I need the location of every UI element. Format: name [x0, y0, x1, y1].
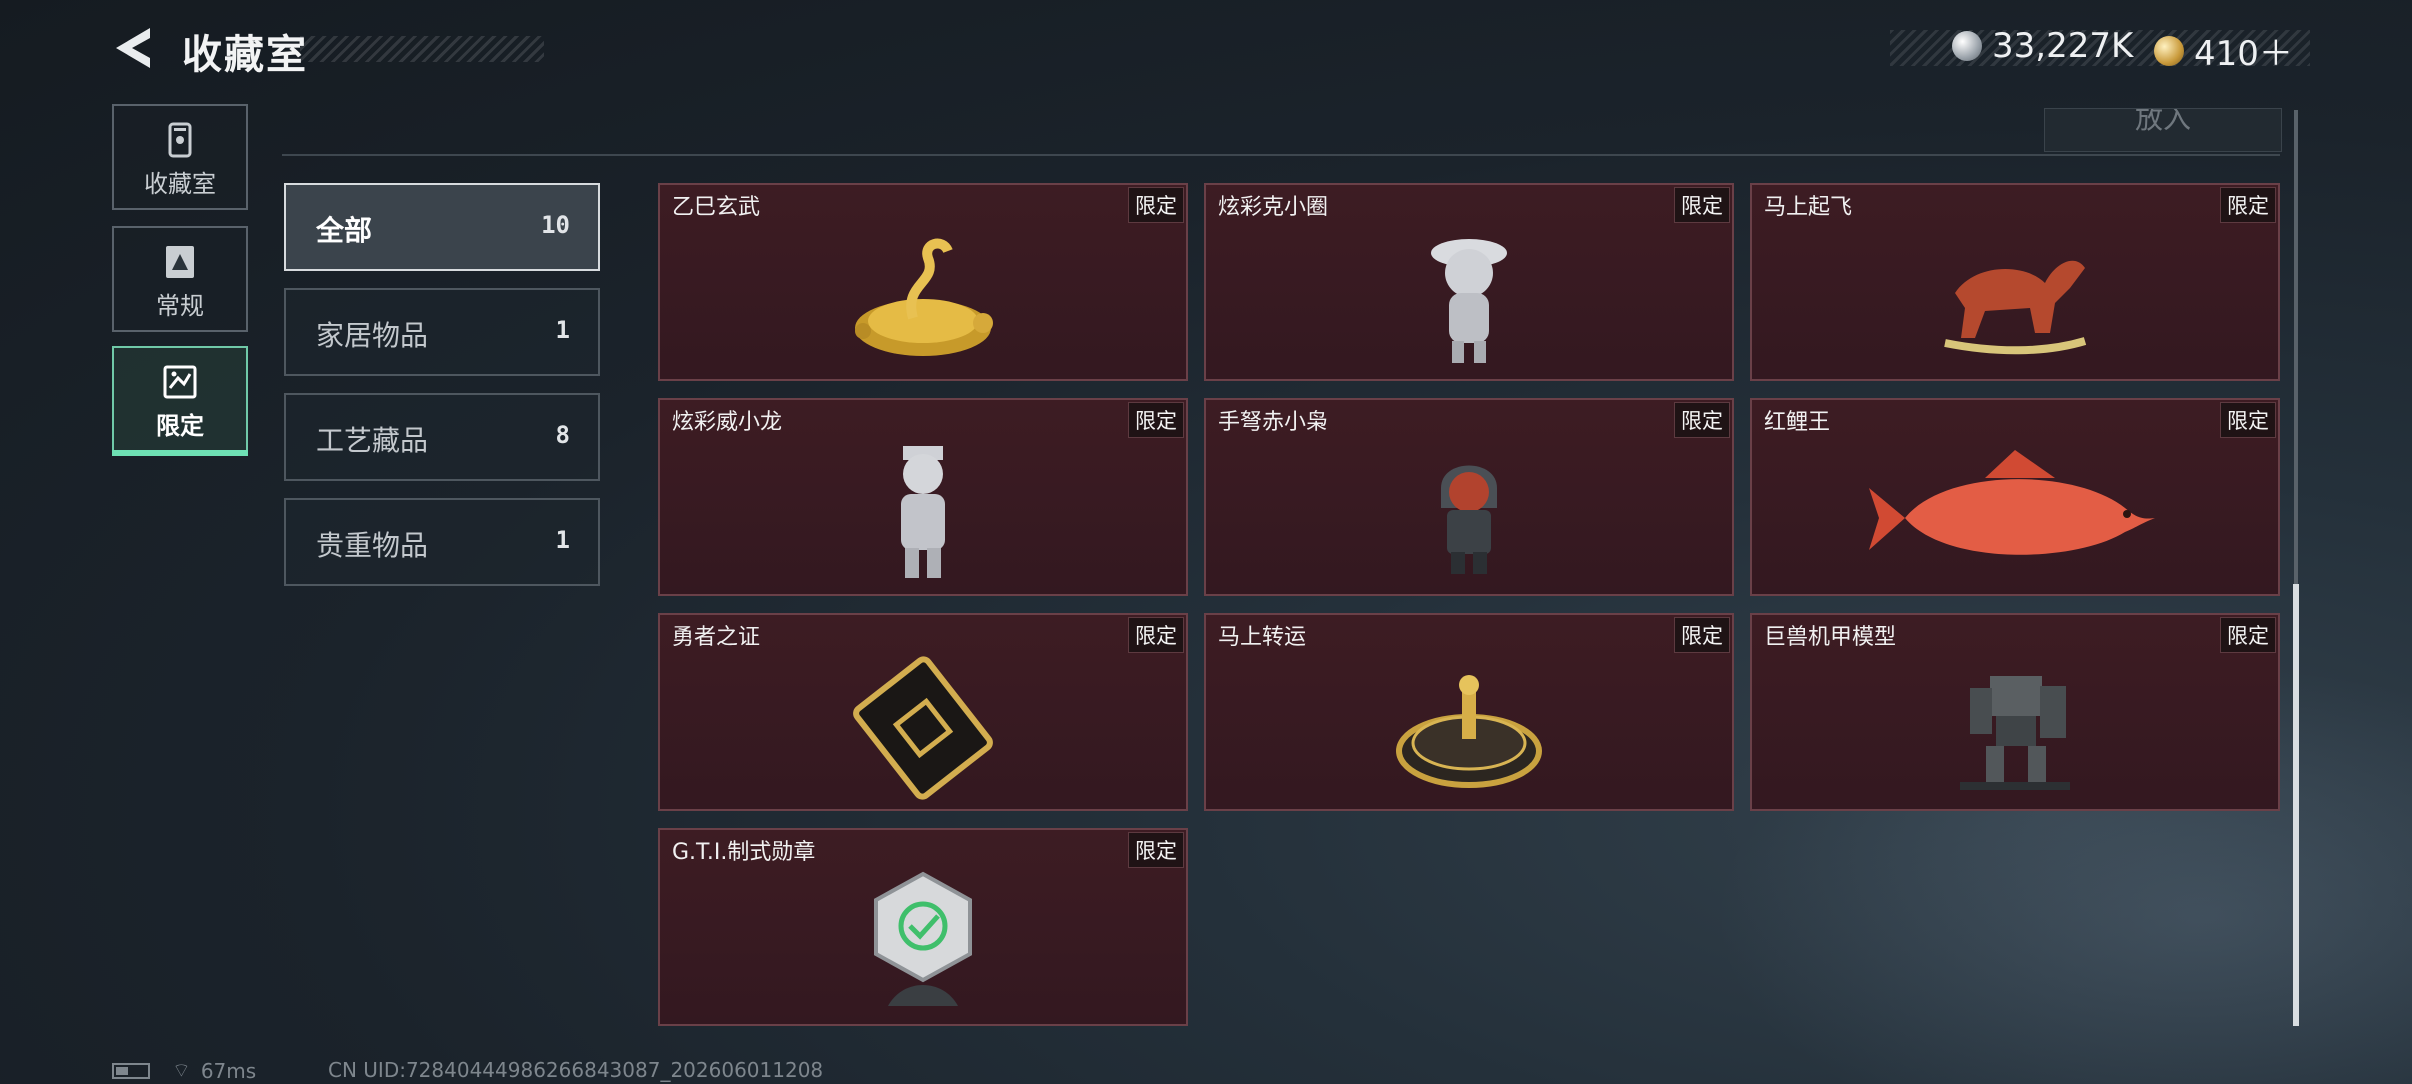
limited-tag: 限定 — [2220, 617, 2276, 653]
nav-item-collection-room[interactable]: 收藏室 — [112, 104, 248, 210]
top-bar: 收藏室 33,227K 410＋ — [0, 0, 2412, 100]
category-home-items[interactable]: 家居物品 1 — [284, 288, 600, 376]
item-card[interactable]: 炫彩威小龙 限定 — [658, 398, 1188, 596]
put-in-button[interactable]: 放入 — [2044, 108, 2282, 152]
category-label: 工艺藏品 — [316, 424, 429, 457]
item-name: 马上起飞 — [1764, 195, 1853, 220]
item-name: 手弩赤小枭 — [1218, 410, 1329, 435]
golden-dial-icon — [1396, 674, 1542, 788]
category-count: 1 — [555, 526, 570, 554]
category-label: 全部 — [316, 214, 373, 247]
limited-icon — [163, 365, 197, 399]
category-count: 1 — [555, 316, 570, 344]
category-craft-collectibles[interactable]: 工艺藏品 8 — [284, 393, 600, 481]
item-card[interactable]: 巨兽机甲模型 限定 — [1750, 613, 2280, 811]
ping-value: 67ms — [200, 1058, 257, 1083]
regular-icon — [166, 246, 194, 278]
nav-label: 常规 — [156, 292, 204, 320]
item-card[interactable]: 红鲤王 限定 — [1750, 398, 2280, 596]
limited-tag: 限定 — [1128, 832, 1184, 868]
item-card[interactable]: 勇者之证 限定 — [658, 613, 1188, 811]
category-all[interactable]: 全部 10 — [284, 183, 600, 271]
item-card[interactable]: 马上起飞 限定 — [1750, 183, 2280, 381]
category-count: 8 — [555, 421, 570, 449]
category-count: 10 — [541, 211, 570, 239]
item-name: 勇者之证 — [672, 625, 761, 650]
mech-model-icon — [1960, 675, 2070, 790]
currency-gold-value: 410＋ — [2194, 34, 2293, 74]
golden-turtle-snake-icon — [855, 238, 993, 356]
limited-tag: 限定 — [1674, 402, 1730, 438]
item-name: 马上转运 — [1218, 625, 1307, 650]
red-carp-icon — [1869, 449, 2155, 555]
currency-gold[interactable]: 410＋ — [2154, 26, 2293, 75]
silver-coin-icon — [1952, 31, 1982, 61]
item-card[interactable]: 炫彩克小圈 限定 — [1204, 183, 1734, 381]
red-horse-statue-icon — [1944, 260, 2087, 354]
silver-medal-icon — [874, 871, 972, 1006]
silver-dragon-figurine-icon — [901, 445, 945, 578]
title-stripe-decoration — [300, 36, 544, 62]
currency-silver-value: 33,227K — [1992, 26, 2134, 66]
back-arrow-icon — [116, 28, 150, 68]
limited-tag: 限定 — [1674, 187, 1730, 223]
limited-tag: 限定 — [2220, 187, 2276, 223]
content-divider — [282, 154, 2280, 156]
limited-tag: 限定 — [2220, 402, 2276, 438]
gold-coin-icon — [2154, 35, 2184, 66]
category-label: 家居物品 — [316, 319, 429, 352]
active-indicator — [112, 450, 248, 456]
limited-tag: 限定 — [1128, 617, 1184, 653]
item-name: G.T.I.制式勋章 — [672, 840, 816, 865]
currency-silver[interactable]: 33,227K — [1952, 26, 2133, 66]
item-name: 巨兽机甲模型 — [1764, 625, 1897, 650]
item-name: 炫彩威小龙 — [672, 410, 783, 435]
back-button[interactable] — [110, 24, 158, 72]
category-label: 贵重物品 — [316, 529, 429, 562]
scrollbar-thumb[interactable] — [2293, 584, 2299, 1026]
page-title: 收藏室 — [182, 32, 308, 78]
nav-label: 限定 — [156, 412, 204, 440]
limited-tag: 限定 — [1128, 187, 1184, 223]
item-card[interactable]: 马上转运 限定 — [1204, 613, 1734, 811]
nav-label: 收藏室 — [144, 170, 216, 198]
hooded-figurine-icon — [1441, 465, 1497, 574]
limited-tag: 限定 — [1128, 402, 1184, 438]
item-card[interactable]: G.T.I.制式勋章 限定 — [658, 828, 1188, 1026]
item-name: 炫彩克小圈 — [1218, 195, 1329, 220]
item-name: 红鲤王 — [1764, 410, 1831, 435]
item-name: 乙巳玄武 — [672, 195, 761, 220]
black-gold-card-icon — [853, 655, 993, 800]
collection-room-icon — [168, 122, 192, 158]
silver-figurine-icon — [1431, 238, 1507, 363]
item-card[interactable]: 乙巳玄武 限定 — [658, 183, 1188, 381]
category-valuables[interactable]: 贵重物品 1 — [284, 498, 600, 586]
wifi-icon: ⌔ — [172, 1058, 191, 1082]
battery-icon — [112, 1062, 150, 1079]
nav-item-limited[interactable]: 限定 — [112, 346, 248, 456]
item-card[interactable]: 手弩赤小枭 限定 — [1204, 398, 1734, 596]
status-footer: ⌔ 67ms — [112, 1058, 256, 1083]
limited-tag: 限定 — [1674, 617, 1730, 653]
user-uid: CN UID:7284044498626​6843087_20260601120… — [328, 1058, 824, 1082]
nav-item-regular[interactable]: 常规 — [112, 226, 248, 332]
